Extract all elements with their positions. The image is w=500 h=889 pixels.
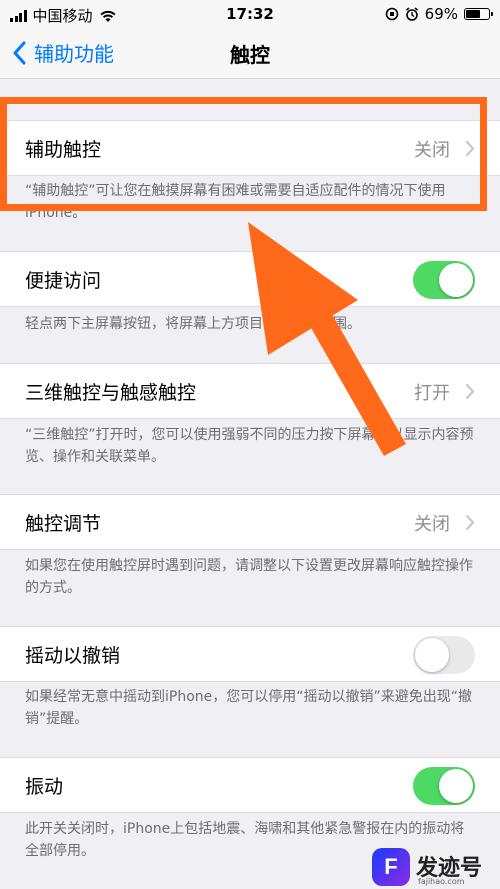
battery-fill [466, 10, 480, 18]
toggle-knob [415, 638, 449, 672]
3d-touch-label: 三维触控与触感触控 [25, 382, 197, 404]
toggle-knob [439, 769, 473, 803]
reachability-footer: 轻点两下主屏幕按钮，将屏幕上方项目移至可及范围。 [25, 316, 361, 332]
chevron-right-icon [465, 514, 475, 531]
touch-accommodations-value: 关闭 [414, 514, 450, 535]
reachability-label: 便捷访问 [25, 270, 102, 292]
chevron-right-icon [465, 140, 475, 157]
watermark-logo-letter: F [384, 854, 398, 879]
vibration-toggle[interactable] [413, 767, 475, 805]
touch-accommodations-label: 触控调节 [25, 513, 102, 535]
assistive-touch-row[interactable]: 辅助触控 关闭 [0, 120, 500, 176]
shake-to-undo-footer: 如果经常无意中摇动到iPhone，您可以停用“摇动以撤销”来避免出现“撤销”提醒… [25, 689, 473, 727]
vibration-label: 振动 [25, 776, 64, 798]
battery-percent: 69% [424, 5, 458, 23]
3d-touch-row[interactable]: 三维触控与触感触控 打开 [0, 363, 500, 419]
battery-icon [464, 8, 493, 20]
vibration-row: 振动 [0, 757, 500, 813]
navigation-bar: 辅助功能 触控 [0, 28, 500, 79]
chevron-right-icon [465, 383, 475, 400]
shake-to-undo-toggle[interactable] [413, 636, 475, 674]
shake-to-undo-row: 摇动以撤销 [0, 626, 500, 682]
status-bar: 中国移动 17:32 69% [0, 0, 500, 28]
watermark: F 发迹号 fajihao.com [372, 848, 500, 889]
watermark-url: fajihao.com [418, 877, 465, 886]
watermark-logo-icon: F [372, 848, 410, 886]
3d-touch-footer: “三维触控”打开时，您可以使用强弱不同的压力按下屏幕，以显示内容预览、操作和关联… [25, 427, 474, 465]
assistive-touch-label: 辅助触控 [25, 139, 102, 161]
orientation-lock-icon [385, 7, 398, 21]
assistive-touch-footer: “辅助触控”可让您在触摸屏幕有困难或需要自适应配件的情况下使用iPhone。 [25, 183, 446, 221]
status-right: 69% [385, 5, 493, 23]
3d-touch-value: 打开 [414, 383, 450, 404]
reachability-row: 便捷访问 [0, 251, 500, 307]
reachability-toggle[interactable] [413, 261, 475, 299]
page-title: 触控 [230, 43, 270, 67]
touch-accommodations-footer: 如果您在使用触控屏时遇到问题，请调整以下设置更改屏幕响应触控操作的方式。 [25, 558, 473, 596]
assistive-touch-value: 关闭 [414, 140, 450, 161]
shake-to-undo-label: 摇动以撤销 [25, 645, 121, 667]
touch-accommodations-row[interactable]: 触控调节 关闭 [0, 494, 500, 550]
alarm-icon [405, 7, 418, 21]
toggle-knob [439, 263, 473, 297]
